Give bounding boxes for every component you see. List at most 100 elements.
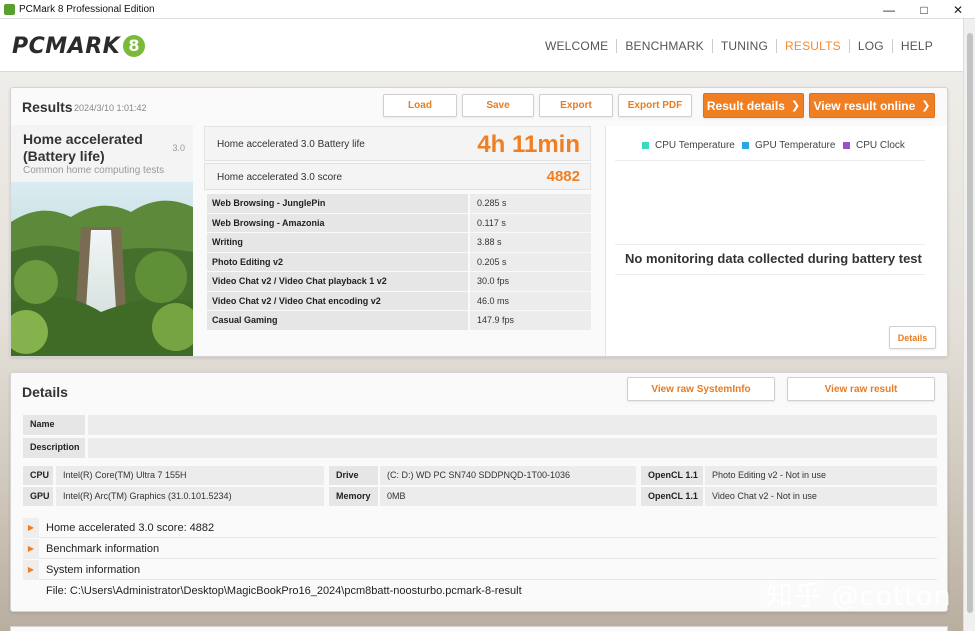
opencl-value: Video Chat v2 - Not in use — [705, 487, 937, 506]
nav-log[interactable]: LOG — [848, 39, 892, 53]
result-value: 0.285 s — [470, 194, 591, 214]
results-panel: Results 2024/3/10 1:01:42 Load Save Expo… — [10, 87, 948, 357]
battery-life-value: 4h 11min — [477, 131, 580, 158]
opencl-value: Photo Editing v2 - Not in use — [705, 466, 937, 485]
bottom-panel-edge — [10, 626, 948, 631]
result-name: Writing — [207, 233, 468, 253]
result-row: Casual Gaming 147.9 fps — [207, 311, 591, 331]
view-online-button[interactable]: View result online ❯ — [809, 93, 935, 118]
result-name: Web Browsing - JunglePin — [207, 194, 468, 214]
score-box: Home accelerated 3.0 Battery life 4h 11m… — [204, 126, 591, 192]
view-raw-systeminfo-button[interactable]: View raw SystemInfo — [627, 377, 775, 401]
result-name: Casual Gaming — [207, 311, 468, 331]
result-file-path: File: C:\Users\Administrator\Desktop\Mag… — [46, 585, 522, 597]
maximize-icon[interactable]: □ — [907, 0, 941, 19]
nav-help[interactable]: HELP — [891, 39, 941, 53]
description-value — [88, 438, 937, 458]
opencl-label: OpenCL 1.1 — [641, 487, 703, 506]
close-icon[interactable]: ✕ — [941, 0, 975, 19]
result-row: Writing 3.88 s — [207, 233, 591, 253]
nav-results[interactable]: RESULTS — [776, 39, 849, 53]
window-title: PCMark 8 Professional Edition — [19, 3, 155, 15]
no-data-message: No monitoring data collected during batt… — [625, 251, 922, 266]
result-value: 147.9 fps — [470, 311, 591, 331]
legend-swatch — [843, 142, 850, 149]
export-pdf-button[interactable]: Export PDF — [618, 94, 692, 117]
expander-benchmark-info[interactable]: ▶ Benchmark information — [23, 539, 937, 559]
gpu-value: Intel(R) Arc(TM) Graphics (31.0.101.5234… — [56, 487, 324, 506]
result-row: Web Browsing - Amazonia 0.117 s — [207, 213, 591, 233]
view-raw-result-button[interactable]: View raw result — [787, 377, 935, 401]
result-value: 0.117 s — [470, 213, 591, 233]
cpu-value: Intel(R) Core(TM) Ultra 7 155H — [56, 466, 324, 485]
scrollbar-thumb[interactable] — [967, 33, 973, 613]
name-value — [88, 415, 937, 435]
result-value: 30.0 fps — [470, 272, 591, 292]
results-title: Results — [22, 99, 73, 115]
name-label: Name — [23, 415, 85, 435]
opencl-label: OpenCL 1.1 — [641, 466, 703, 485]
export-button[interactable]: Export — [539, 94, 613, 117]
result-value: 46.0 ms — [470, 291, 591, 311]
monitoring-details-button[interactable]: Details — [889, 326, 936, 349]
memory-value: 0MB — [380, 487, 636, 506]
memory-label: Memory — [329, 487, 378, 506]
result-name: Photo Editing v2 — [207, 252, 468, 272]
app-header: PCMARK 8 WELCOME BENCHMARK TUNING RESULTS… — [0, 19, 963, 72]
description-label: Description — [23, 438, 85, 458]
nav-tuning[interactable]: TUNING — [711, 39, 776, 53]
details-title: Details — [22, 384, 68, 400]
minimize-icon[interactable]: — — [872, 0, 906, 19]
monitoring-panel: CPU Temperature GPU Temperature CPU Cloc… — [605, 126, 947, 356]
score-value: 4882 — [546, 168, 580, 185]
subtest-results: Web Browsing - JunglePin 0.285 s Web Brow… — [207, 194, 591, 331]
test-version: 3.0 — [172, 143, 185, 153]
result-details-button[interactable]: Result details ❯ — [703, 93, 804, 118]
nav-benchmark[interactable]: BENCHMARK — [616, 39, 711, 53]
legend-cpu-temperature[interactable]: CPU Temperature — [642, 140, 735, 151]
test-subtitle: Common home computing tests — [23, 165, 165, 176]
battery-life-label: Home accelerated 3.0 Battery life — [217, 139, 365, 150]
expand-arrow-icon[interactable]: ▶ — [23, 518, 39, 538]
legend-swatch — [642, 142, 649, 149]
nav-welcome[interactable]: WELCOME — [537, 39, 616, 53]
cpu-label: CPU — [23, 466, 53, 485]
chevron-right-icon: ❯ — [790, 100, 801, 112]
divider — [615, 160, 925, 161]
result-row: Photo Editing v2 0.205 s — [207, 252, 591, 272]
save-button[interactable]: Save — [462, 94, 534, 117]
divider — [615, 244, 925, 245]
result-name: Video Chat v2 / Video Chat encoding v2 — [207, 291, 468, 311]
load-button[interactable]: Load — [383, 94, 457, 117]
watermark: 知乎 @cotton — [766, 581, 952, 612]
main-nav: WELCOME BENCHMARK TUNING RESULTS LOG HEL… — [537, 39, 941, 53]
legend-gpu-temperature[interactable]: GPU Temperature — [742, 140, 835, 151]
app-icon — [4, 3, 15, 15]
score-label: Home accelerated 3.0 score — [217, 172, 343, 183]
result-name: Web Browsing - Amazonia — [207, 213, 468, 233]
gpu-label: GPU — [23, 487, 53, 506]
divider — [615, 274, 925, 275]
result-row: Video Chat v2 / Video Chat encoding v2 46… — [207, 291, 591, 311]
expand-arrow-icon[interactable]: ▶ — [23, 539, 39, 559]
battery-life-line: Home accelerated 3.0 Battery life 4h 11m… — [204, 126, 591, 161]
score-line: Home accelerated 3.0 score 4882 — [204, 163, 591, 190]
expander-score[interactable]: ▶ Home accelerated 3.0 score: 4882 — [23, 518, 937, 538]
test-name: Home accelerated (Battery life) — [23, 131, 143, 164]
result-value: 3.88 s — [470, 233, 591, 253]
vertical-scrollbar[interactable] — [963, 19, 975, 631]
result-row: Video Chat v2 / Video Chat playback 1 v2… — [207, 272, 591, 292]
results-date: 2024/3/10 1:01:42 — [74, 103, 147, 113]
test-image-waterfall — [11, 182, 193, 356]
chevron-right-icon: ❯ — [921, 100, 931, 112]
expand-arrow-icon[interactable]: ▶ — [23, 560, 39, 580]
drive-label: Drive — [329, 466, 378, 485]
window-titlebar: PCMark 8 Professional Edition — □ ✕ — [0, 0, 975, 19]
result-value: 0.205 s — [470, 252, 591, 272]
test-card: Home accelerated (Battery life) 3.0 Comm… — [11, 125, 193, 356]
legend-cpu-clock[interactable]: CPU Clock — [843, 140, 905, 151]
pcmark-logo: PCMARK 8 — [12, 34, 146, 59]
result-row: Web Browsing - JunglePin 0.285 s — [207, 194, 591, 214]
legend-swatch — [742, 142, 749, 149]
result-name: Video Chat v2 / Video Chat playback 1 v2 — [207, 272, 468, 292]
